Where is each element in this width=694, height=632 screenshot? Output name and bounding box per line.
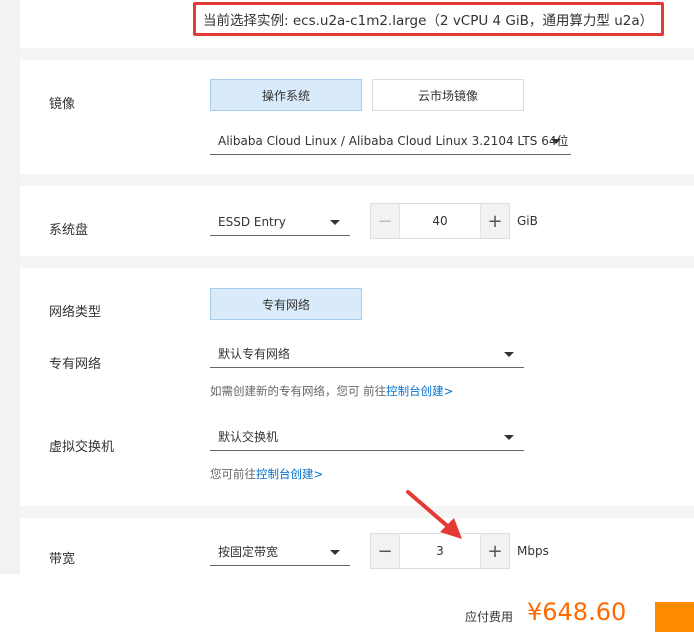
os-image-select[interactable]: Alibaba Cloud Linux / Alibaba Cloud Linu… bbox=[210, 127, 571, 155]
tab-operating-system-label: 操作系统 bbox=[261, 88, 310, 103]
bandwidth-section: 带宽 按固定带宽 − 3 + Mbps bbox=[20, 518, 694, 574]
network-section: 网络类型 专有网络 专有网络 默认专有网络 如需创建新的专有网络，您可 前往控制… bbox=[20, 268, 694, 506]
chevron-down-icon bbox=[504, 435, 514, 440]
chevron-down-icon bbox=[330, 220, 340, 225]
chevron-down-icon bbox=[330, 550, 340, 555]
vswitch-hint: 您可前往控制台创建> bbox=[210, 466, 323, 482]
vswitch-select-value: 默认交换机 bbox=[218, 430, 279, 444]
bandwidth-mode-select-value: 按固定带宽 bbox=[218, 545, 279, 559]
system-disk-section: 系统盘 ESSD Entry − 40 + GiB bbox=[20, 186, 694, 256]
bandwidth-mode-select[interactable]: 按固定带宽 bbox=[210, 538, 350, 566]
minus-icon[interactable]: − bbox=[371, 534, 399, 568]
tab-marketplace-image[interactable]: 云市场镜像 bbox=[372, 79, 524, 111]
vswitch-label: 虚拟交换机 bbox=[49, 440, 115, 455]
selected-instance-text: 当前选择实例: ecs.u2a-c1m2.large（2 vCPU 4 GiB，… bbox=[203, 13, 654, 29]
minus-icon[interactable]: − bbox=[371, 204, 399, 238]
image-section: 镜像 操作系统 云市场镜像 Alibaba Cloud Linux / Alib… bbox=[20, 60, 694, 174]
vpc-select[interactable]: 默认专有网络 bbox=[210, 340, 524, 368]
plus-icon[interactable]: + bbox=[481, 204, 509, 238]
disk-size-input[interactable]: 40 bbox=[399, 204, 481, 238]
bandwidth-input[interactable]: 3 bbox=[399, 534, 481, 568]
tab-vpc-network[interactable]: 专有网络 bbox=[210, 288, 362, 320]
bandwidth-unit: Mbps bbox=[517, 544, 549, 558]
selected-instance-highlight: 当前选择实例: ecs.u2a-c1m2.large（2 vCPU 4 GiB，… bbox=[193, 2, 664, 36]
chevron-down-icon bbox=[551, 139, 561, 144]
vpc-hint: 如需创建新的专有网络，您可 前往控制台创建> bbox=[210, 383, 453, 399]
image-label: 镜像 bbox=[49, 97, 76, 112]
network-type-label: 网络类型 bbox=[49, 305, 102, 320]
vswitch-select[interactable]: 默认交换机 bbox=[210, 423, 524, 451]
disk-type-select[interactable]: ESSD Entry bbox=[210, 208, 350, 236]
disk-size-stepper: − 40 + bbox=[370, 203, 510, 239]
price-label: 应付费用 bbox=[465, 610, 514, 624]
chevron-down-icon bbox=[504, 352, 514, 357]
vswitch-console-link[interactable]: 控制台创建> bbox=[256, 467, 323, 481]
bandwidth-stepper: − 3 + bbox=[370, 533, 510, 569]
vswitch-hint-text: 您可前往 bbox=[210, 467, 256, 481]
os-image-select-value: Alibaba Cloud Linux / Alibaba Cloud Linu… bbox=[218, 134, 569, 148]
vpc-console-link[interactable]: 控制台创建> bbox=[386, 384, 453, 398]
bandwidth-label: 带宽 bbox=[49, 552, 76, 567]
vpc-label: 专有网络 bbox=[49, 357, 102, 372]
tab-marketplace-image-label: 云市场镜像 bbox=[417, 88, 478, 103]
vpc-hint-text: 如需创建新的专有网络，您可 前往 bbox=[210, 384, 387, 398]
vpc-select-value: 默认专有网络 bbox=[218, 347, 291, 361]
tab-operating-system[interactable]: 操作系统 bbox=[210, 79, 362, 111]
disk-size-unit: GiB bbox=[517, 214, 538, 228]
system-disk-label: 系统盘 bbox=[49, 223, 89, 238]
tab-vpc-network-label: 专有网络 bbox=[261, 297, 310, 312]
total-price: ¥648.60 bbox=[527, 598, 627, 626]
instance-panel: 当前选择实例: ecs.u2a-c1m2.large（2 vCPU 4 GiB，… bbox=[20, 0, 694, 48]
plus-icon[interactable]: + bbox=[481, 534, 509, 568]
left-gutter bbox=[0, 0, 20, 574]
price-footer: 应付费用 ¥648.60 bbox=[0, 574, 694, 632]
disk-type-select-value: ESSD Entry bbox=[218, 214, 286, 229]
confirm-order-button[interactable] bbox=[655, 602, 694, 632]
